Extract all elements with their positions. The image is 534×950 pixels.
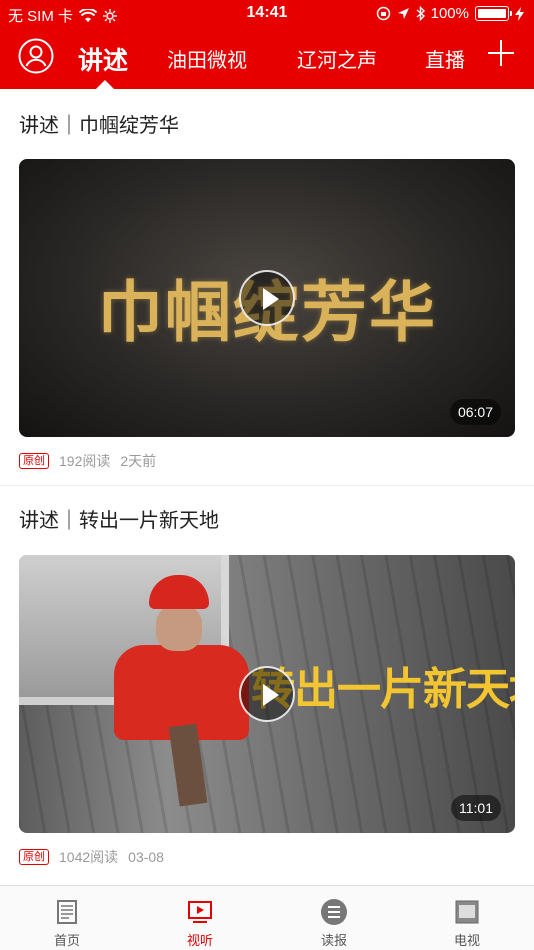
channel-nav: 讲述 油田微视 辽河之声 直播 — [0, 28, 534, 89]
status-right: 100% — [376, 5, 524, 22]
card-meta: 原创 192阅读 2天前 — [19, 437, 515, 485]
tabbar-label: 首页 — [53, 933, 80, 948]
publish-time: 2天前 — [120, 453, 157, 469]
battery-icon — [475, 6, 512, 21]
video-thumbnail[interactable]: 转出一片新天地 11:01 — [19, 555, 515, 833]
card-title[interactable]: 讲述｜巾帼绽芳华 — [19, 89, 515, 159]
publish-time: 03-08 — [128, 849, 164, 865]
bottom-tab-bar: 首页 视听 读报 电视 — [0, 885, 534, 950]
tab-youtian-weishi[interactable]: 油田微视 — [167, 44, 247, 73]
play-icon[interactable] — [239, 270, 295, 326]
read-count: 1042阅读 — [59, 849, 119, 865]
card-meta: 原创 1042阅读 03-08 — [19, 833, 515, 881]
battery-percent: 100% — [430, 5, 469, 22]
rotation-lock-icon — [376, 6, 390, 21]
list-icon — [321, 899, 347, 925]
tab-liaohe-zhisheng[interactable]: 辽河之声 — [297, 44, 377, 73]
original-badge: 原创 — [19, 849, 49, 865]
tab-jiangshu[interactable]: 讲述 — [78, 41, 128, 77]
tabbar-label: 电视 — [453, 933, 480, 948]
add-channel-button[interactable] — [488, 40, 514, 66]
tabbar-item-tv[interactable]: 电视 — [417, 886, 517, 950]
video-thumbnail[interactable]: 巾帼绽芳华 06:07 — [19, 159, 515, 437]
bluetooth-icon — [416, 6, 425, 21]
status-bar: 无 SIM 卡 14:41 100% — [0, 0, 534, 28]
user-icon — [18, 38, 54, 74]
tabbar-item-read[interactable]: 读报 — [284, 886, 384, 950]
play-screen-icon — [188, 901, 212, 923]
tabbar-label: 读报 — [320, 933, 347, 948]
active-tab-indicator — [96, 80, 114, 89]
tabbar-label: 视听 — [186, 933, 213, 948]
card-title[interactable]: 讲述｜转出一片新天地 — [19, 495, 515, 555]
tabbar-item-video[interactable]: 视听 — [150, 886, 250, 950]
feed-card[interactable]: 讲述｜巾帼绽芳华 巾帼绽芳华 06:07 原创 192阅读 2天前 — [0, 89, 534, 485]
charging-icon — [515, 6, 524, 21]
original-badge: 原创 — [19, 453, 49, 469]
read-count: 192阅读 — [59, 453, 111, 469]
tabbar-item-home[interactable]: 首页 — [17, 886, 117, 950]
tab-zhibo[interactable]: 直播 — [425, 44, 465, 73]
card-divider — [0, 485, 534, 495]
top-header: 无 SIM 卡 14:41 100% 讲述 油田微视 辽河之声 直播 — [0, 0, 534, 89]
newspaper-icon — [57, 900, 77, 924]
video-feed: 讲述｜巾帼绽芳华 巾帼绽芳华 06:07 原创 192阅读 2天前 讲述｜转出一… — [0, 89, 534, 885]
video-duration: 11:01 — [451, 795, 501, 821]
worker-figure — [114, 575, 254, 807]
location-icon — [397, 8, 409, 19]
user-avatar-button[interactable] — [18, 38, 54, 74]
feed-card[interactable]: 讲述｜转出一片新天地 转出一片新天地 11:01 原创 1042阅读 03-08 — [0, 495, 534, 881]
play-icon[interactable] — [239, 666, 295, 722]
video-duration: 06:07 — [449, 399, 501, 425]
tv-icon — [455, 900, 479, 924]
